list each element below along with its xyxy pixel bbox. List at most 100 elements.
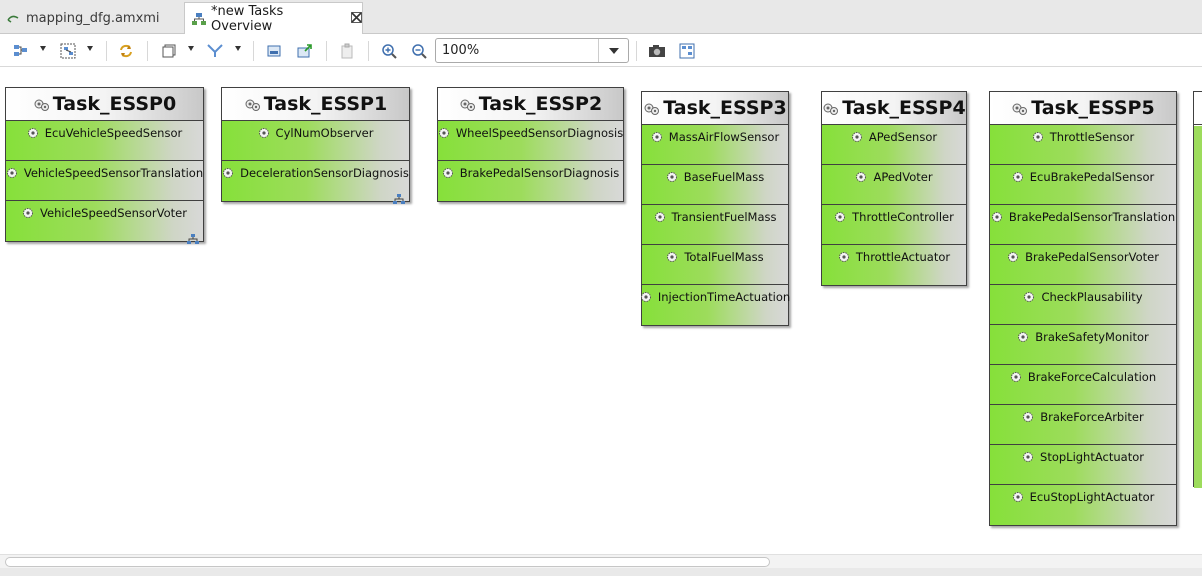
diagram-icon (191, 11, 207, 27)
runnable-row[interactable]: ThrottleActuator (822, 245, 966, 285)
runnable-row[interactable]: APedSensor (822, 125, 966, 165)
runnable-gear-icon (222, 167, 234, 179)
runnable-label: BrakeForceCalculation (1027, 370, 1157, 384)
chevron-down-icon[interactable] (598, 39, 628, 62)
task-header[interactable]: Task_ESSP1 (222, 88, 409, 121)
task-header[interactable]: Task_ESSP5 (990, 92, 1176, 125)
runnable-row[interactable]: BrakePedalSensorTranslation (990, 205, 1176, 245)
zoom-out-icon[interactable] (410, 42, 428, 60)
runnable-row[interactable]: BrakePedalSensorVoter (990, 245, 1176, 285)
task-header[interactable]: Task_ESSP3 (642, 92, 788, 125)
runnable-gear-icon (1023, 291, 1035, 303)
tab-label: *new Tasks Overview (211, 3, 284, 34)
runnable-row[interactable]: EcuStopLightActuator (990, 485, 1176, 525)
camera-icon[interactable] (648, 42, 666, 60)
refresh-icon[interactable] (117, 42, 135, 60)
diagram-canvas[interactable]: Task_ESSP0 EcuVehicleSpeedSensor Vehicle… (0, 67, 1202, 554)
runnable-row[interactable]: CylNumObserver (222, 121, 409, 161)
runnable-label: MassAirFlowSensor (668, 130, 780, 144)
paste-icon[interactable] (338, 42, 356, 60)
runnable-row[interactable]: BrakeSafetyMonitor (990, 325, 1176, 365)
select-all-icon[interactable] (59, 42, 77, 60)
runnable-row[interactable]: EcuVehicleSpeedSensor (6, 121, 203, 161)
task-title: Task_ESSP4 (842, 97, 966, 119)
zoom-combo[interactable]: 100% (435, 38, 629, 63)
tab-tasks-overview[interactable]: *new Tasks Overview (184, 2, 363, 34)
task-gears-icon (1011, 101, 1029, 115)
runnable-row[interactable]: VehicleSpeedSensorVoter (6, 201, 203, 244)
fit-diagram-icon[interactable] (678, 42, 696, 60)
task-node[interactable]: Task_ESSP3 MassAirFlowSensor BaseFuelMas… (640, 91, 791, 326)
runnable-gear-icon (1012, 491, 1024, 503)
runnable-row[interactable]: DecelerationSensorDiagnosis (222, 161, 409, 204)
task-gears-icon (244, 97, 262, 111)
runnable-gear-icon (640, 291, 652, 303)
runnable-label: TotalFuelMass (684, 250, 764, 264)
task-header[interactable]: Task_ESSP4 (822, 92, 966, 125)
runnable-label: BrakePedalSensorTranslation (1008, 210, 1176, 224)
zoom-in-icon[interactable] (380, 42, 398, 60)
runnable-row[interactable]: BaseFuelMass (642, 165, 788, 205)
runnable-row[interactable]: TransientFuelMass (642, 205, 788, 245)
task-node[interactable]: Task_ESSP0 EcuVehicleSpeedSensor Vehicle… (5, 87, 204, 244)
close-icon[interactable] (351, 11, 362, 26)
task-gears-icon (459, 97, 477, 111)
task-node[interactable]: Task_ESSP4 APedSensor APedVoter Throttle… (821, 91, 967, 286)
chevron-down-icon[interactable] (235, 46, 241, 51)
runnable-label: WheelSpeedSensorDiagnosis (455, 126, 624, 140)
runnable-row[interactable]: ThrottleSensor (990, 125, 1176, 165)
bottom-border (0, 568, 1202, 576)
tab-mapping-dfg[interactable]: mapping_dfg.amxmi (0, 2, 182, 34)
runnable-row[interactable]: WheelSpeedSensorDiagnosis (438, 121, 623, 161)
scrollbar-thumb[interactable] (5, 557, 770, 567)
runnable-row[interactable]: InjectionTimeActuation (640, 285, 791, 325)
arrange-all-icon[interactable] (12, 42, 30, 60)
task-node-partial[interactable] (1193, 91, 1202, 488)
runnable-gear-icon (651, 131, 663, 143)
runnable-label: ThrottleController (852, 210, 954, 224)
runnable-row[interactable]: TotalFuelMass (642, 245, 788, 285)
runnable-label: VehicleSpeedSensorVoter (40, 206, 187, 220)
task-title: Task_ESSP1 (263, 93, 388, 115)
runnable-gear-icon (991, 211, 1003, 223)
runnable-row[interactable]: VehicleSpeedSensorTranslation (6, 161, 203, 201)
chevron-down-icon[interactable] (40, 46, 46, 51)
runnable-label: InjectionTimeActuation (657, 290, 791, 304)
task-header[interactable]: Task_ESSP2 (438, 88, 623, 121)
runnable-gear-icon (442, 167, 454, 179)
export-image-icon[interactable] (265, 42, 283, 60)
runnable-row[interactable]: CheckPlausability (990, 285, 1176, 325)
task-header (1194, 92, 1202, 125)
runnable-row[interactable]: EcuBrakePedalSensor (990, 165, 1176, 205)
runnable-label: EcuBrakePedalSensor (1029, 170, 1155, 184)
runnable-row[interactable]: BrakeForceArbiter (990, 405, 1176, 445)
toolbar-separator (636, 41, 637, 61)
editor-window: mapping_dfg.amxmi *new Tasks Overview 10… (0, 0, 1202, 576)
runnable-label: BrakePedalSensorVoter (1025, 250, 1159, 264)
runnable-gear-icon (838, 251, 850, 263)
task-node[interactable]: Task_ESSP1 CylNumObserver DecelerationSe… (221, 87, 410, 204)
runnable-row[interactable]: MassAirFlowSensor (642, 125, 788, 165)
chevron-down-icon[interactable] (87, 46, 93, 51)
runnable-label: CheckPlausability (1041, 290, 1143, 304)
runnable-row[interactable]: ThrottleController (822, 205, 966, 245)
zoom-value[interactable]: 100% (442, 43, 479, 58)
runnable-row[interactable]: BrakePedalSensorDiagnosis (438, 161, 623, 201)
horizontal-scrollbar[interactable] (0, 554, 1202, 568)
runnable-gear-icon (258, 127, 270, 139)
runnable-row[interactable]: APedVoter (822, 165, 966, 205)
export-icon[interactable] (296, 42, 314, 60)
hierarchy-icon[interactable] (187, 229, 199, 244)
runnable-row[interactable]: BrakeForceCalculation (990, 365, 1176, 405)
task-node-partial-body (1194, 126, 1202, 488)
runnable-row[interactable]: StopLightActuator (990, 445, 1176, 485)
editor-tab-bar: mapping_dfg.amxmi *new Tasks Overview (0, 0, 1202, 34)
layer-icon[interactable] (160, 42, 178, 60)
task-node[interactable]: Task_ESSP5 ThrottleSensor EcuBrakePedalS… (989, 91, 1177, 526)
hierarchy-icon[interactable] (393, 189, 405, 204)
filter-icon[interactable] (206, 42, 224, 60)
toolbar-separator (368, 41, 369, 61)
chevron-down-icon[interactable] (188, 46, 194, 51)
task-header[interactable]: Task_ESSP0 (6, 88, 203, 121)
task-node[interactable]: Task_ESSP2 WheelSpeedSensorDiagnosis Bra… (437, 87, 624, 202)
